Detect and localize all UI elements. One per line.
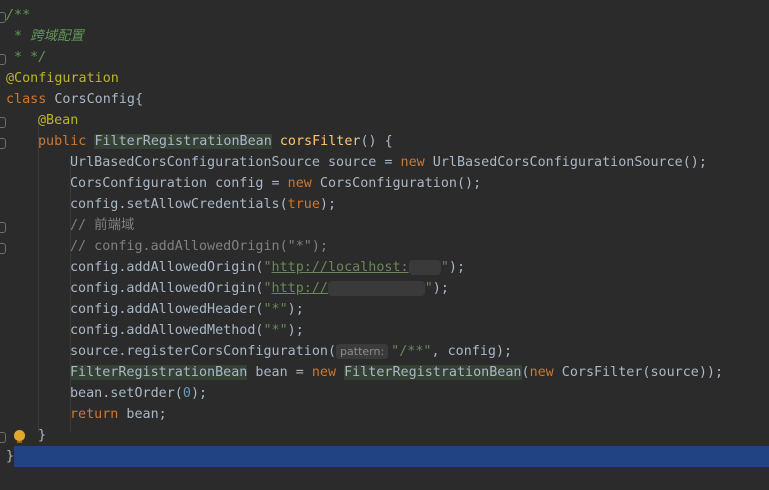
code-line-2[interactable]: * 跨域配置 — [6, 26, 84, 47]
code-text: () { — [360, 134, 393, 149]
url-link[interactable]: http://localhost: — [272, 260, 409, 275]
code-line-10[interactable]: config.setAllowCredentials(true); — [70, 194, 336, 215]
line-comment: // 前端域 — [70, 218, 135, 233]
closing-brace: } — [6, 449, 15, 464]
code-line-15[interactable]: config.addAllowedHeader("*"); — [70, 299, 304, 320]
string-quote: " — [263, 260, 272, 275]
code-text: ); — [432, 281, 449, 296]
code-line-20[interactable]: return bean; — [70, 404, 167, 425]
line-comment: // config.addAllowedOrigin("*"); — [70, 239, 328, 254]
doc-comment: * */ — [6, 50, 47, 65]
code-line-5[interactable]: class CorsConfig{ — [6, 89, 143, 110]
string-quote: " — [440, 260, 449, 275]
string-literal: "/**" — [391, 344, 432, 359]
fold-marker-icon[interactable] — [0, 222, 6, 233]
keyword: return — [70, 407, 119, 422]
code-text: bean; — [118, 407, 167, 422]
code-text: bean.setOrder( — [70, 386, 183, 401]
annotation: @Bean — [38, 113, 79, 128]
code-line-14[interactable]: config.addAllowedOrigin("http://xxxxxxxx… — [70, 278, 449, 299]
fold-marker-icon[interactable] — [0, 117, 6, 128]
code-line-16[interactable]: config.addAllowedMethod("*"); — [70, 320, 304, 341]
indent-guide — [38, 117, 39, 432]
code-line-13[interactable]: config.addAllowedOrigin("http://localhos… — [70, 257, 465, 278]
number-literal: 0 — [182, 386, 191, 401]
method-name: corsFilter — [279, 134, 361, 149]
code-text: ); — [190, 386, 208, 401]
code-text: UrlBasedCorsConfigurationSource source = — [70, 155, 401, 170]
code-line-9[interactable]: CorsConfiguration config = new CorsConfi… — [70, 173, 481, 194]
code-text: config.addAllowedOrigin( — [70, 281, 264, 296]
code-line-12[interactable]: // config.addAllowedOrigin("*"); — [70, 236, 328, 257]
code-text: CorsConfiguration config = — [70, 176, 288, 191]
string-quote: " — [424, 281, 433, 296]
keyword: public — [38, 134, 87, 149]
code-text: config.addAllowedOrigin( — [70, 260, 264, 275]
parameter-hint: pattern: — [336, 344, 389, 359]
redacted-host: xxxxxxxxxxxx — [327, 281, 425, 296]
code-text: , config); — [431, 344, 513, 359]
code-text: config.setAllowCredentials( — [70, 197, 288, 212]
code-text: ); — [287, 302, 304, 317]
code-line-3[interactable]: * */ — [6, 47, 46, 68]
code-line-8[interactable]: UrlBasedCorsConfigurationSource source =… — [70, 152, 707, 173]
class-declaration: CorsConfig{ — [46, 92, 144, 107]
caret-line-highlight — [14, 446, 769, 467]
code-line-17[interactable]: source.registerCorsConfiguration(pattern… — [70, 341, 512, 362]
code-text: ); — [319, 197, 337, 212]
type-reference: FilterRegistrationBean — [344, 365, 522, 380]
code-text: ); — [287, 323, 304, 338]
keyword: new — [400, 155, 425, 170]
doc-comment: * 跨域配置 — [6, 29, 84, 44]
closing-brace: } — [38, 428, 47, 443]
code-line-18[interactable]: FilterRegistrationBean bean = new Filter… — [70, 362, 723, 383]
code-text: source.registerCorsConfiguration( — [70, 344, 337, 359]
type-reference: FilterRegistrationBean — [94, 134, 272, 149]
code-text: bean = — [247, 365, 312, 380]
annotation: @Configuration — [6, 71, 119, 86]
string-quote: " — [263, 281, 272, 296]
code-text: CorsFilter(source)); — [553, 365, 724, 380]
fold-marker-icon[interactable] — [0, 243, 6, 254]
keyword: class — [6, 92, 47, 107]
fold-marker-icon[interactable] — [0, 432, 6, 443]
code-line-1[interactable]: /** — [6, 5, 30, 26]
code-text: ); — [448, 260, 466, 275]
lightbulb-icon[interactable] — [14, 430, 25, 443]
code-text: config.addAllowedMethod( — [70, 323, 264, 338]
code-text: config.addAllowedHeader( — [70, 302, 264, 317]
code-editor[interactable]: /** * 跨域配置 * */ @Configuration class Cor… — [0, 0, 769, 490]
code-line-21[interactable]: } — [38, 425, 46, 446]
code-line-4[interactable]: @Configuration — [6, 68, 119, 89]
code-line-6[interactable]: @Bean — [38, 110, 78, 131]
keyword: new — [287, 176, 312, 191]
redacted-port: 8080 — [408, 260, 441, 275]
fold-marker-icon[interactable] — [0, 138, 6, 149]
code-line-22[interactable]: } — [6, 446, 14, 467]
code-text: UrlBasedCorsConfigurationSource(); — [424, 155, 707, 170]
code-text: CorsConfiguration(); — [311, 176, 482, 191]
type-reference: FilterRegistrationBean — [70, 365, 248, 380]
code-line-11[interactable]: // 前端域 — [70, 215, 134, 236]
string-literal: "*" — [263, 302, 288, 317]
keyword: new — [311, 365, 337, 380]
doc-comment: /** — [6, 8, 31, 23]
url-link[interactable]: http:// — [272, 281, 328, 296]
code-line-19[interactable]: bean.setOrder(0); — [70, 383, 207, 404]
keyword: true — [287, 197, 320, 212]
code-text: ( — [521, 365, 530, 380]
code-line-7[interactable]: public FilterRegistrationBean corsFilter… — [38, 131, 393, 152]
string-literal: "*" — [263, 323, 288, 338]
keyword: new — [529, 365, 554, 380]
